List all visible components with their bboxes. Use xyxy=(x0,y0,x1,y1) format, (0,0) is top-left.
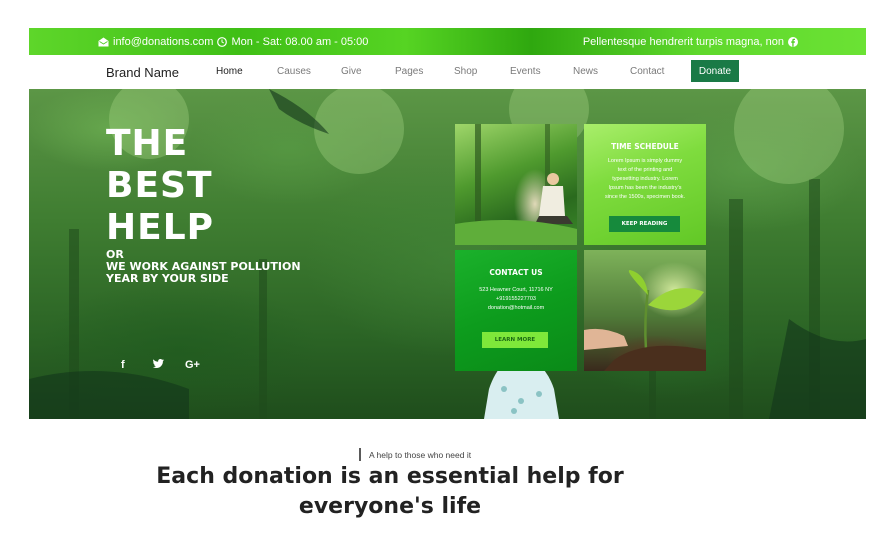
google-plus-icon[interactable]: G+ xyxy=(185,359,200,371)
photo-tile-woman-forest xyxy=(455,124,577,245)
nav-home[interactable]: Home xyxy=(216,66,243,77)
twitter-icon[interactable] xyxy=(153,359,164,371)
hero-subtitle: OR WE WORK AGAINST POLLUTION YEAR BY YOU… xyxy=(106,249,301,285)
headline-line: everyone's life xyxy=(298,494,482,519)
main-navbar: Brand Name Home Causes Give Pages Shop E… xyxy=(29,55,866,89)
schedule-text-line: text of the printing and xyxy=(617,167,673,173)
contact-email[interactable]: donation@hotmail.com xyxy=(455,304,577,313)
nav-events[interactable]: Events xyxy=(510,66,541,77)
woman-forest-photo xyxy=(455,124,577,245)
donate-button[interactable]: Donate xyxy=(691,60,739,82)
email-link[interactable]: info@donations.com xyxy=(113,36,213,48)
hero-title-line: BEST xyxy=(106,165,213,206)
contact-address: 523 Heavner Court, 11716 NY xyxy=(479,287,553,293)
facebook-icon[interactable]: f xyxy=(121,359,125,371)
topbar-tagline: Pellentesque hendrerit turpis magna, non xyxy=(582,35,784,48)
nav-contact[interactable]: Contact xyxy=(630,66,664,77)
schedule-text-line: Ipsum has been the industry's xyxy=(608,185,682,191)
contact-info: info@donations.com Mon - Sat: 08.00 am -… xyxy=(98,36,368,48)
nav-shop[interactable]: Shop xyxy=(454,66,477,77)
time-schedule-card: TIME SCHEDULE Lorem Ipsum is simply dumm… xyxy=(584,124,706,245)
hero-subtitle-line: YEAR BY YOUR SIDE xyxy=(106,272,229,285)
contact-us-card: CONTACT US 523 Heavner Court, 11716 NY +… xyxy=(455,250,577,371)
schedule-text-line: Lorem Ipsum is simply dummy xyxy=(607,158,683,164)
headline-line: Each donation is an essential help for xyxy=(156,464,624,489)
nav-news[interactable]: News xyxy=(573,66,598,77)
contact-us-title: CONTACT US xyxy=(489,268,543,277)
nav-causes[interactable]: Causes xyxy=(277,66,311,77)
time-schedule-text: Lorem Ipsum is simply dummy text of the … xyxy=(584,157,706,202)
brand-logo[interactable]: Brand Name xyxy=(106,65,179,80)
topbar-right: Pellentesque hendrerit turpis magna, non xyxy=(583,36,798,48)
seedling-photo xyxy=(584,270,706,371)
nav-pages[interactable]: Pages xyxy=(395,66,423,77)
section-headline: Each donation is an essential help for e… xyxy=(140,462,640,522)
nav-give[interactable]: Give xyxy=(341,66,362,77)
schedule-text-line: typesetting industry. Lorem xyxy=(612,176,678,182)
keep-reading-button[interactable]: KEEP READING xyxy=(609,216,680,232)
top-info-bar: info@donations.com Mon - Sat: 08.00 am -… xyxy=(29,28,866,55)
learn-more-button[interactable]: LEARN MORE xyxy=(482,332,548,348)
hero-title: THE BEST HELP xyxy=(106,123,214,249)
contact-phone: +919155227703 xyxy=(496,296,536,302)
hero-title-line: HELP xyxy=(106,207,215,248)
mail-icon xyxy=(98,37,109,47)
clock-icon xyxy=(217,36,228,47)
time-schedule-title: TIME SCHEDULE xyxy=(611,142,679,151)
facebook-icon[interactable] xyxy=(788,36,798,47)
section-tagline: A help to those who need it xyxy=(369,450,472,460)
photo-tile-plant xyxy=(584,250,706,371)
hero-banner: THE BEST HELP OR WE WORK AGAINST POLLUTI… xyxy=(29,89,866,419)
schedule-text-line: since the 1500s, specimen book. xyxy=(604,194,686,200)
contact-details: 523 Heavner Court, 11716 NY +91915522770… xyxy=(455,286,577,313)
tagline-divider xyxy=(359,448,361,461)
opening-hours: Mon - Sat: 08.00 am - 05:00 xyxy=(231,35,369,48)
hero-title-line: THE xyxy=(106,123,189,164)
